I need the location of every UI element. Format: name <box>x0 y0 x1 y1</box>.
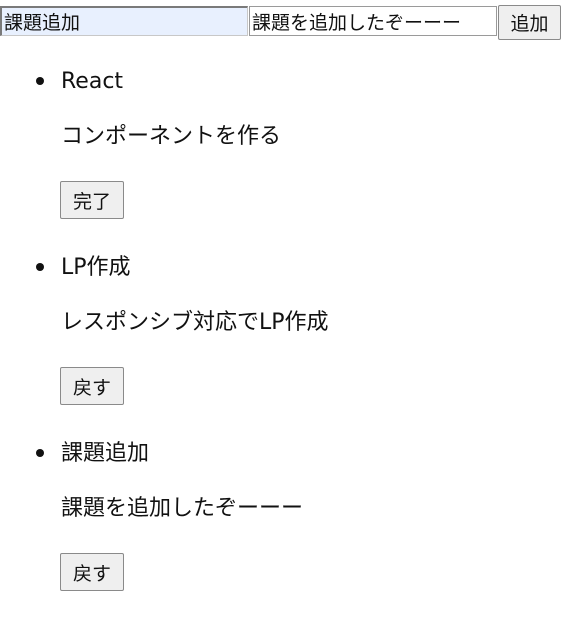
revert-button[interactable]: 戻す <box>60 553 124 591</box>
todo-item: React コンポーネントを作る 完了 <box>0 60 574 246</box>
todo-title: React <box>61 69 124 94</box>
todo-item: LP作成 レスポンシブ対応でLP作成 戻す <box>0 246 574 432</box>
add-button[interactable]: 追加 <box>498 5 561 40</box>
todo-title: LP作成 <box>61 255 131 280</box>
bullet-icon <box>36 77 44 85</box>
todo-title: 課題追加 <box>61 441 150 466</box>
description-input[interactable] <box>249 6 497 36</box>
bullet-icon <box>36 263 44 271</box>
todo-description: 課題を追加したぞーーー <box>61 496 304 521</box>
todo-item: 課題追加 課題を追加したぞーーー 戻す <box>0 432 574 618</box>
todo-list: React コンポーネントを作る 完了 LP作成 レスポンシブ対応でLP作成 戻… <box>0 60 574 618</box>
todo-description: レスポンシブ対応でLP作成 <box>61 310 329 335</box>
revert-button[interactable]: 戻す <box>60 367 124 405</box>
title-input[interactable] <box>0 6 248 36</box>
add-task-form: 追加 <box>0 5 574 41</box>
bullet-icon <box>36 449 44 457</box>
todo-description: コンポーネントを作る <box>61 124 282 149</box>
complete-button[interactable]: 完了 <box>60 181 124 219</box>
